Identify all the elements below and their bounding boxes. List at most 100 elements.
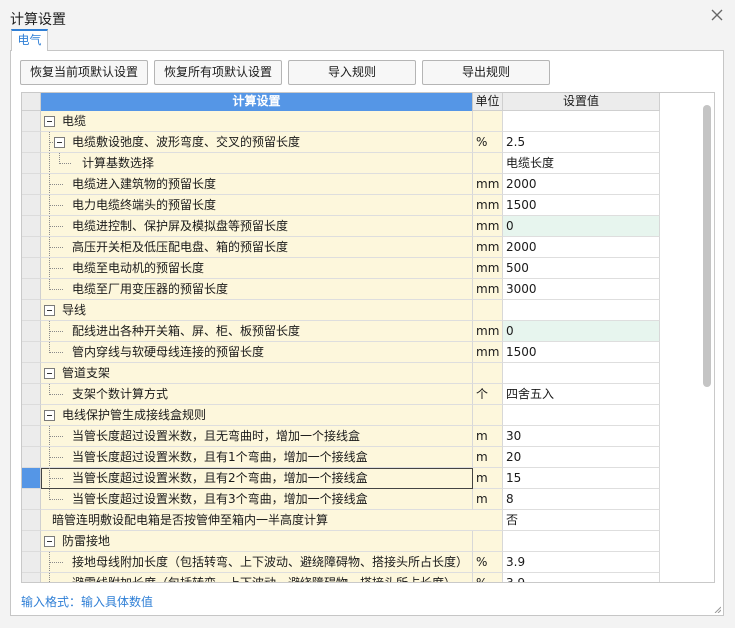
value-cell[interactable]: 3.9	[503, 573, 660, 582]
table-row[interactable]: 管道支架	[22, 363, 662, 384]
row-header[interactable]	[22, 405, 41, 426]
collapse-minus-icon[interactable]	[44, 410, 55, 421]
value-cell[interactable]: 2.5	[503, 132, 660, 153]
table-row[interactable]: 防雷接地	[22, 531, 662, 552]
row-header[interactable]	[22, 174, 41, 195]
setting-name-cell[interactable]: 避雷线附加长度（包括转弯、上下波动、避绕障碍物、搭接头所占长度）	[41, 573, 473, 582]
row-header[interactable]	[22, 321, 41, 342]
value-cell[interactable]: 2000	[503, 174, 660, 195]
row-header[interactable]	[22, 531, 41, 552]
value-cell[interactable]: 20	[503, 447, 660, 468]
row-header[interactable]	[22, 237, 41, 258]
close-icon[interactable]	[709, 7, 725, 23]
setting-name-cell[interactable]: 电力电缆终端头的预留长度	[41, 195, 473, 216]
value-cell[interactable]: 8	[503, 489, 660, 510]
row-header[interactable]	[22, 489, 41, 510]
setting-name-cell[interactable]: 当管长度超过设置米数，且无弯曲时，增加一个接线盒	[41, 426, 473, 447]
setting-name-cell[interactable]: 管道支架	[41, 363, 473, 384]
row-header[interactable]	[22, 153, 41, 174]
table-row[interactable]: 电线保护管生成接线盒规则	[22, 405, 662, 426]
row-header[interactable]	[22, 258, 41, 279]
value-cell[interactable]	[503, 405, 660, 426]
row-header[interactable]	[22, 279, 41, 300]
table-row[interactable]: 当管长度超过设置米数，且无弯曲时，增加一个接线盒 m 30	[22, 426, 662, 447]
setting-name-cell[interactable]: 电缆至电动机的预留长度	[41, 258, 473, 279]
value-cell[interactable]	[503, 531, 660, 552]
vertical-scrollbar[interactable]	[703, 105, 711, 581]
setting-name-cell[interactable]: 当管长度超过设置米数，且有1个弯曲，增加一个接线盒	[41, 447, 473, 468]
setting-name-cell[interactable]: 导线	[41, 300, 473, 321]
setting-name-cell[interactable]: 支架个数计算方式	[41, 384, 473, 405]
value-cell[interactable]	[503, 300, 660, 321]
row-header[interactable]	[22, 216, 41, 237]
setting-name-cell[interactable]: 暗管连明敷设配电箱是否按管伸至箱内一半高度计算	[41, 510, 503, 531]
value-cell[interactable]: 四舍五入	[503, 384, 660, 405]
value-cell[interactable]: 500	[503, 258, 660, 279]
setting-name-cell[interactable]: 计算基数选择	[41, 153, 473, 174]
setting-name-cell[interactable]: 电线保护管生成接线盒规则	[41, 405, 473, 426]
value-cell[interactable]: 15	[503, 468, 660, 489]
header-name[interactable]: 计算设置	[41, 93, 473, 111]
value-cell[interactable]	[503, 363, 660, 384]
table-row[interactable]: 电缆进入建筑物的预留长度 mm 2000	[22, 174, 662, 195]
value-cell[interactable]: 0	[503, 216, 660, 237]
table-row[interactable]: 电力电缆终端头的预留长度 mm 1500	[22, 195, 662, 216]
row-header[interactable]	[22, 342, 41, 363]
row-header[interactable]	[22, 111, 41, 132]
value-cell[interactable]	[503, 111, 660, 132]
value-cell[interactable]: 3000	[503, 279, 660, 300]
setting-name-cell[interactable]: 高压开关柜及低压配电盘、箱的预留长度	[41, 237, 473, 258]
table-row[interactable]: 当管长度超过设置米数，且有1个弯曲，增加一个接线盒 m 20	[22, 447, 662, 468]
restore-current-button[interactable]: 恢复当前项默认设置	[20, 60, 148, 85]
setting-name-cell[interactable]: 电缆敷设弛度、波形弯度、交叉的预留长度	[41, 132, 473, 153]
setting-name-cell[interactable]: 接地母线附加长度（包括转弯、上下波动、避绕障碍物、搭接头所占长度）	[41, 552, 473, 573]
value-cell[interactable]: 30	[503, 426, 660, 447]
collapse-minus-icon[interactable]	[44, 368, 55, 379]
value-cell[interactable]: 电缆长度	[503, 153, 660, 174]
import-rules-button[interactable]: 导入规则	[288, 60, 416, 85]
setting-name-cell[interactable]: 管内穿线与软硬母线连接的预留长度	[41, 342, 473, 363]
restore-all-button[interactable]: 恢复所有项默认设置	[154, 60, 282, 85]
value-cell[interactable]: 0	[503, 321, 660, 342]
value-cell[interactable]: 2000	[503, 237, 660, 258]
table-row[interactable]: 当管长度超过设置米数，且有2个弯曲，增加一个接线盒 m 15	[22, 468, 662, 489]
setting-name-cell[interactable]: 电缆进入建筑物的预留长度	[41, 174, 473, 195]
table-row[interactable]: 高压开关柜及低压配电盘、箱的预留长度 mm 2000	[22, 237, 662, 258]
table-row[interactable]: 管内穿线与软硬母线连接的预留长度 mm 1500	[22, 342, 662, 363]
setting-name-cell[interactable]: 配线进出各种开关箱、屏、柜、板预留长度	[41, 321, 473, 342]
row-header[interactable]	[22, 384, 41, 405]
tab-electrical[interactable]: 电气	[11, 29, 48, 51]
value-cell[interactable]: 1500	[503, 342, 660, 363]
setting-name-cell[interactable]: 当管长度超过设置米数，且有2个弯曲，增加一个接线盒	[41, 468, 473, 489]
table-row[interactable]: 计算基数选择 电缆长度	[22, 153, 662, 174]
table-row[interactable]: 避雷线附加长度（包括转弯、上下波动、避绕障碍物、搭接头所占长度）% 3.9	[22, 573, 662, 582]
setting-name-cell[interactable]: 电缆进控制、保护屏及模拟盘等预留长度	[41, 216, 473, 237]
table-row[interactable]: 电缆敷设弛度、波形弯度、交叉的预留长度% 2.5	[22, 132, 662, 153]
value-cell[interactable]: 3.9	[503, 552, 660, 573]
value-cell[interactable]: 否	[503, 510, 660, 531]
collapse-minus-icon[interactable]	[44, 116, 55, 127]
row-header[interactable]	[22, 195, 41, 216]
row-header[interactable]	[22, 447, 41, 468]
scrollbar-thumb[interactable]	[703, 105, 711, 387]
setting-name-cell[interactable]: 当管长度超过设置米数，且有3个弯曲，增加一个接线盒	[41, 489, 473, 510]
collapse-minus-icon[interactable]	[44, 305, 55, 316]
row-header[interactable]	[22, 510, 41, 531]
table-row[interactable]: 配线进出各种开关箱、屏、柜、板预留长度 mm 0	[22, 321, 662, 342]
row-header[interactable]	[22, 468, 41, 489]
table-row[interactable]: 接地母线附加长度（包括转弯、上下波动、避绕障碍物、搭接头所占长度）% 3.9	[22, 552, 662, 573]
row-header[interactable]	[22, 552, 41, 573]
collapse-minus-icon[interactable]	[54, 137, 65, 148]
setting-name-cell[interactable]: 防雷接地	[41, 531, 473, 552]
table-row[interactable]: 导线	[22, 300, 662, 321]
row-header[interactable]	[22, 300, 41, 321]
row-header[interactable]	[22, 573, 41, 582]
table-row[interactable]: 电缆至电动机的预留长度 mm 500	[22, 258, 662, 279]
table-row[interactable]: 当管长度超过设置米数，且有3个弯曲，增加一个接线盒 m 8	[22, 489, 662, 510]
resize-grip-icon[interactable]	[713, 605, 721, 613]
table-row[interactable]: 电缆至厂用变压器的预留长度 mm 3000	[22, 279, 662, 300]
row-header[interactable]	[22, 132, 41, 153]
export-rules-button[interactable]: 导出规则	[422, 60, 550, 85]
table-row[interactable]: 支架个数计算方式 个四舍五入	[22, 384, 662, 405]
row-header[interactable]	[22, 426, 41, 447]
